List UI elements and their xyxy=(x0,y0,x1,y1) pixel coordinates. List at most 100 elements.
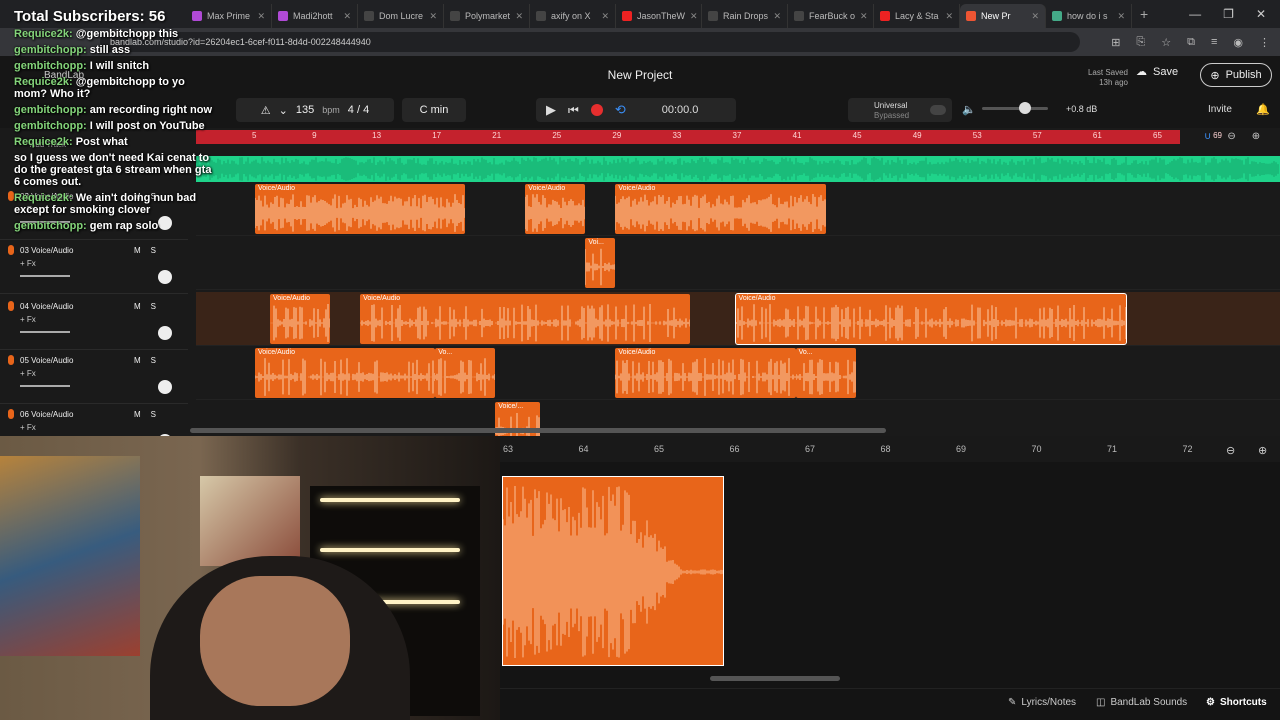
track-volume-slider[interactable] xyxy=(20,275,70,277)
track-header[interactable]: 04 Voice/Audio + Fx MS xyxy=(0,296,188,350)
time-signature[interactable]: 4 / 4 xyxy=(348,104,369,116)
close-tab-icon[interactable]: ✕ xyxy=(515,11,523,22)
audio-region[interactable]: Vo... xyxy=(795,348,856,398)
close-tab-icon[interactable]: ✕ xyxy=(429,11,437,22)
track-header[interactable]: 05 Voice/Audio + Fx MS xyxy=(0,350,188,404)
add-fx-button[interactable]: + Fx xyxy=(20,423,36,432)
track-name[interactable]: 04 Voice/Audio xyxy=(20,302,73,311)
preset-toggle[interactable] xyxy=(930,105,946,115)
track-name[interactable]: 05 Voice/Audio xyxy=(20,356,73,365)
lyrics-notes-button[interactable]: ✎ Lyrics/Notes xyxy=(1008,697,1076,708)
browser-tab[interactable]: FearBuck o ✕ xyxy=(788,4,874,28)
share-icon[interactable]: ⎘ xyxy=(1136,36,1145,49)
track-name[interactable]: 03 Voice/Audio xyxy=(20,246,73,255)
zoom-in-icon[interactable]: ⊕ xyxy=(1252,131,1260,142)
track-volume-slider[interactable] xyxy=(20,385,70,387)
pan-knob[interactable] xyxy=(158,380,172,394)
audio-region[interactable]: Voice/Audio xyxy=(255,348,436,398)
new-tab-icon[interactable]: + xyxy=(1132,6,1156,22)
browser-tab[interactable]: New Pr ✕ xyxy=(960,4,1046,28)
close-tab-icon[interactable]: ✕ xyxy=(860,11,868,22)
skip-back-icon[interactable]: ⏮ xyxy=(568,103,579,118)
audio-region[interactable]: Voice/Audio xyxy=(255,184,466,234)
publish-button[interactable]: ⊕ Publish xyxy=(1200,63,1272,87)
audio-region[interactable]: Vo... xyxy=(435,348,496,398)
chevron-down-icon[interactable]: ⌄ xyxy=(279,104,288,117)
audio-region[interactable]: Voi... xyxy=(585,238,616,288)
track-header[interactable]: 06 Voice/Audio + Fx MS xyxy=(0,404,188,436)
zoom-out-icon[interactable]: ⊖ xyxy=(1227,131,1235,142)
close-tab-icon[interactable]: ✕ xyxy=(773,11,781,22)
extensions-icon[interactable]: ⧉ xyxy=(1187,36,1195,49)
browser-tab[interactable]: axify on X ✕ xyxy=(530,4,616,28)
key-selector[interactable]: C min xyxy=(402,98,466,122)
browser-tab[interactable]: Madi2hott ✕ xyxy=(272,4,358,28)
editor-audio-clip[interactable] xyxy=(502,476,724,666)
install-icon[interactable]: ⊞ xyxy=(1111,36,1120,49)
close-tab-icon[interactable]: ✕ xyxy=(257,11,265,22)
record-button[interactable] xyxy=(590,104,603,116)
close-window-icon[interactable]: ✕ xyxy=(1256,7,1266,21)
loop-icon[interactable]: ⟲ xyxy=(615,102,626,118)
invite-button[interactable]: Invite xyxy=(1208,104,1232,115)
pan-knob[interactable] xyxy=(158,270,172,284)
browser-tab[interactable]: Polymarket ✕ xyxy=(444,4,530,28)
pan-knob[interactable] xyxy=(158,326,172,340)
browser-tab[interactable]: Max Prime ✕ xyxy=(186,4,272,28)
editor-scrollbar[interactable] xyxy=(710,676,840,681)
add-fx-button[interactable]: + Fx xyxy=(20,315,36,324)
mute-button[interactable]: M xyxy=(134,302,151,311)
profile-icon[interactable]: ◉ xyxy=(1233,36,1243,49)
bpm-value[interactable]: 135 xyxy=(296,104,314,116)
close-tab-icon[interactable]: ✕ xyxy=(1031,11,1039,22)
mute-button[interactable]: M xyxy=(134,246,151,255)
bell-icon[interactable]: 🔔 xyxy=(1256,103,1270,116)
browser-tab[interactable]: how do i s ✕ xyxy=(1046,4,1132,28)
editor-zoom-in-icon[interactable]: ⊕ xyxy=(1258,444,1267,457)
solo-button[interactable]: S xyxy=(151,356,166,365)
volume-slider-knob[interactable] xyxy=(1019,102,1031,114)
mute-button[interactable]: M xyxy=(134,356,151,365)
shortcuts-button[interactable]: ⚙ Shortcuts xyxy=(1206,697,1267,708)
close-tab-icon[interactable]: ✕ xyxy=(945,11,953,22)
audio-region[interactable]: Voice/Audio xyxy=(360,294,691,344)
metronome-icon[interactable]: ⚠ xyxy=(261,104,271,117)
browser-tab[interactable]: Rain Drops ✕ xyxy=(702,4,788,28)
save-button[interactable]: ☁ Save xyxy=(1136,65,1178,79)
maximize-icon[interactable]: ❐ xyxy=(1223,7,1234,21)
preset-box[interactable]: Universal Bypassed xyxy=(848,98,952,122)
editor-ruler[interactable]: 63 64 65 66 67 68 69 70 71 72 xyxy=(500,436,1280,462)
arrange-horizontal-scrollbar[interactable] xyxy=(190,428,886,433)
audio-region[interactable]: Voice/Audio xyxy=(615,348,796,398)
audio-region[interactable]: Voice/Audio xyxy=(270,294,331,344)
url-field[interactable]: bandlab.com/studio?id=26204ec1-6cef-f011… xyxy=(100,32,1080,52)
browser-tab[interactable]: Dom Lucre ✕ xyxy=(358,4,444,28)
bandlab-sounds-button[interactable]: ◫ BandLab Sounds xyxy=(1096,697,1187,708)
timeline-ruler[interactable]: 5 9 13 17 21 25 29 33 37 41 45 49 53 57 61 65 69 xyxy=(196,130,1222,144)
volume-slider[interactable] xyxy=(982,107,1048,110)
menu-icon[interactable]: ⋮ xyxy=(1259,36,1270,49)
track-header[interactable]: 03 Voice/Audio + Fx MS xyxy=(0,240,188,294)
speaker-icon[interactable]: 🔈 xyxy=(962,103,976,116)
audio-region[interactable]: Voice/Audio xyxy=(615,184,826,234)
audio-region[interactable]: Voice/Audio xyxy=(734,293,1127,345)
close-tab-icon[interactable]: ✕ xyxy=(1117,11,1125,22)
play-icon[interactable]: ▶ xyxy=(546,102,556,118)
tempo-box[interactable]: ⚠ ⌄ 135 bpm 4 / 4 xyxy=(236,98,394,122)
close-tab-icon[interactable]: ✕ xyxy=(343,11,351,22)
close-tab-icon[interactable]: ✕ xyxy=(601,11,609,22)
track-lane[interactable]: Voi... xyxy=(196,236,1280,290)
add-fx-button[interactable]: + Fx xyxy=(20,369,36,378)
add-fx-button[interactable]: + Fx xyxy=(20,259,36,268)
track-lane[interactable]: Voice/Audio Voice/Audio Voice/Audio xyxy=(196,182,1280,236)
bookmark-star-icon[interactable]: ☆ xyxy=(1161,36,1171,49)
track-name[interactable]: 06 Voice/Audio xyxy=(20,410,73,419)
track-lane[interactable]: Voice/Audio Voice/Audio Voice/Audio xyxy=(196,292,1280,346)
media-icon[interactable]: ≡ xyxy=(1211,36,1217,48)
close-tab-icon[interactable]: ✕ xyxy=(690,11,698,22)
mute-button[interactable]: M xyxy=(134,410,151,419)
minimize-icon[interactable]: — xyxy=(1189,7,1201,21)
browser-tab[interactable]: JasonTheW ✕ xyxy=(616,4,702,28)
magnet-icon[interactable]: ∪ xyxy=(1204,131,1211,142)
audio-region[interactable]: Voice/Audio xyxy=(525,184,586,234)
